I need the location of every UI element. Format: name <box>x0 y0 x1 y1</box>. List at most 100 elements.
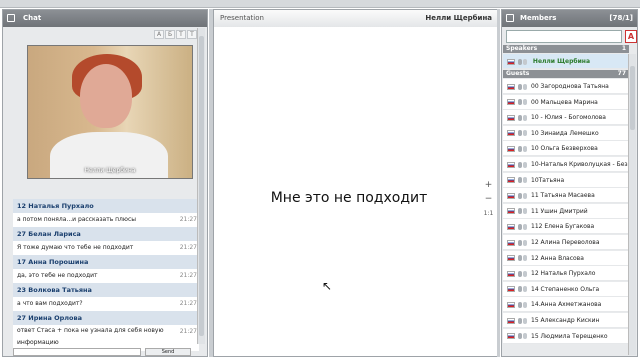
presenter-name: Нелли Щербина <box>425 14 492 22</box>
camera-icon <box>523 255 527 262</box>
font-style-button[interactable]: Б <box>165 30 175 39</box>
members-icon <box>506 14 514 22</box>
member-row[interactable]: 10-Наталья Криволуцкая - Без <box>503 157 629 172</box>
member-name: 00 Мальцева Марина <box>531 98 598 106</box>
members-title: Members <box>520 14 557 22</box>
mic-icon <box>518 286 522 293</box>
camera-icon <box>523 192 527 199</box>
member-name: 11 Татьяна Масаева <box>531 192 595 200</box>
member-name: 12 Наталья Пурхало <box>531 270 596 278</box>
flag-icon <box>507 58 515 65</box>
member-row[interactable]: 10 Зинаида Лемешко <box>503 125 629 141</box>
webcam-video[interactable]: Нелли Щербина <box>27 45 193 179</box>
flag-icon <box>507 333 515 340</box>
flag-icon <box>507 130 515 137</box>
member-row[interactable]: 112 Елена Бугакова <box>503 219 629 235</box>
member-name: 10 Ольга Безверхова <box>531 145 598 153</box>
message-time: 21:27 <box>179 216 197 223</box>
chat-panel: Chat A Б T T Нелли Щербина 12 Наталья Пу… <box>2 9 208 357</box>
chat-scrollbar[interactable] <box>197 28 205 344</box>
speakers-group-header[interactable]: Speakers 1 <box>503 45 629 53</box>
message-time: 21:27 <box>179 244 197 251</box>
mic-icon <box>518 99 522 106</box>
camera-icon <box>523 145 527 152</box>
mic-icon <box>518 270 522 277</box>
member-row[interactable]: 15 Александр Кискин <box>503 313 629 328</box>
member-name: 11 Ушин Дмитрий <box>531 207 588 215</box>
zoom-out-icon[interactable]: − <box>483 194 494 205</box>
message-author: 27 Белан Лариса <box>13 227 199 241</box>
flag-icon <box>507 270 515 277</box>
message-text: Я тоже думаю что тебе не подходит 21:27 <box>13 241 199 255</box>
flag-icon <box>507 145 515 152</box>
font-size-up-button[interactable]: T <box>187 30 197 39</box>
members-panel: Members [78/1] A Speakers 1 Нелли Щербина… <box>501 9 638 357</box>
mic-icon <box>518 177 522 184</box>
member-name: 12 Анна Власова <box>531 254 584 262</box>
font-filter-icon[interactable]: A <box>625 30 637 43</box>
mic-icon <box>518 58 522 65</box>
mic-icon <box>518 255 522 262</box>
mic-icon <box>518 145 522 152</box>
font-color-button[interactable]: A <box>154 30 164 39</box>
member-row[interactable]: 10 - Юлия - Богомолова <box>503 110 629 126</box>
members-scrollbar[interactable] <box>628 54 636 355</box>
fit-to-page-icon[interactable]: 1:1 <box>483 208 494 219</box>
member-row[interactable]: 12 Алина Переволова <box>503 235 629 250</box>
font-size-down-button[interactable]: T <box>176 30 186 39</box>
member-row[interactable]: 11 Ушин Дмитрий <box>503 203 629 219</box>
member-name: 10 - Юлия - Богомолова <box>531 114 606 122</box>
members-scroll-thumb[interactable] <box>630 66 635 130</box>
flag-icon <box>507 239 515 246</box>
chat-title: Chat <box>23 14 42 22</box>
mic-icon <box>518 130 522 137</box>
zoom-in-icon[interactable]: + <box>483 180 494 191</box>
member-row[interactable]: 12 Анна Власова <box>503 250 629 266</box>
flag-icon <box>507 317 515 324</box>
member-row[interactable]: 14.Анна Ахметжанова <box>503 297 629 313</box>
mouse-cursor-icon: ↖ <box>322 279 333 293</box>
member-row[interactable]: 00 Мальцева Марина <box>503 94 629 110</box>
member-search-input[interactable] <box>506 30 622 43</box>
mic-icon <box>518 301 522 308</box>
member-name: 10 Зинаида Лемешко <box>531 129 599 137</box>
send-button[interactable]: Send <box>145 348 191 356</box>
mic-icon <box>518 208 522 215</box>
flag-icon <box>507 161 515 168</box>
video-person-head <box>80 64 132 128</box>
mic-icon <box>518 317 522 324</box>
flag-icon <box>507 177 515 184</box>
chat-header: Chat <box>3 10 207 27</box>
mic-icon <box>518 192 522 199</box>
member-row[interactable]: 15 Людмила Терещенко <box>503 328 629 344</box>
chat-message-input[interactable] <box>13 348 141 356</box>
members-splitter[interactable] <box>497 9 500 357</box>
chat-format-toolbar: A Б T T <box>154 30 197 39</box>
member-row[interactable]: 12 Наталья Пурхало <box>503 266 629 282</box>
camera-icon <box>523 333 527 340</box>
flag-icon <box>507 223 515 230</box>
member-row[interactable]: 11 Татьяна Масаева <box>503 188 629 204</box>
chat-scroll-thumb[interactable] <box>199 36 204 336</box>
guests-group-header[interactable]: Guests 77 <box>503 70 629 78</box>
camera-icon <box>523 208 527 215</box>
member-name: Нелли Щербина <box>532 58 591 65</box>
mic-icon <box>518 223 522 230</box>
presentation-panel: Presentation Нелли Щербина Мне это не по… <box>213 9 499 357</box>
member-row[interactable]: Нелли Щербина <box>503 54 629 69</box>
flag-icon <box>507 301 515 308</box>
member-name: 15 Александр Кискин <box>531 317 600 324</box>
message-author: 27 Ирина Орлова <box>13 311 199 325</box>
camera-icon <box>523 130 527 137</box>
member-row[interactable]: 14 Степаненко Ольга <box>503 281 629 297</box>
mic-icon <box>518 333 522 340</box>
member-row[interactable]: 10 Ольга Безверхова <box>503 141 629 157</box>
member-name: 10-Наталья Криволуцкая - Без <box>531 161 628 168</box>
camera-icon <box>523 223 527 230</box>
member-row[interactable]: 00 Загороднова Татьяна <box>503 79 629 94</box>
message-time: 21:27 <box>179 300 197 307</box>
presentation-title: Presentation <box>220 14 264 22</box>
flag-icon <box>507 208 515 215</box>
member-row[interactable]: 10Татьяна <box>503 172 629 188</box>
flag-icon <box>507 255 515 262</box>
